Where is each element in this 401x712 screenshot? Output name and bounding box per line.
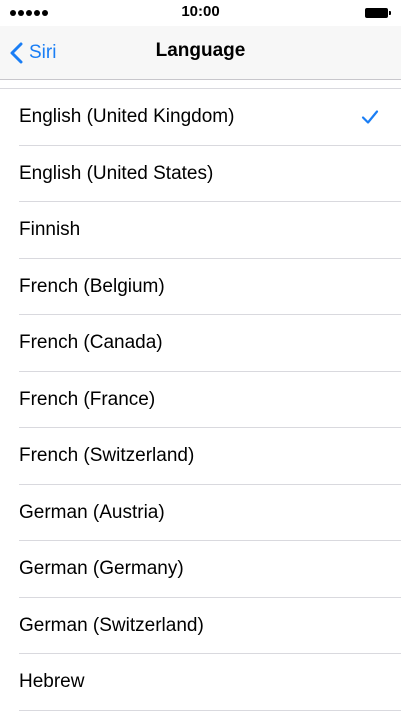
language-list: English (United Kingdom) English (United … [0, 88, 401, 711]
language-row[interactable]: Hebrew [0, 654, 401, 711]
language-row[interactable]: German (Austria) [0, 485, 401, 542]
language-row[interactable]: French (Canada) [0, 315, 401, 372]
language-label: French (Canada) [19, 332, 163, 354]
language-label: Finnish [19, 219, 81, 241]
language-label: German (Austria) [19, 501, 165, 523]
language-row[interactable]: German (Switzerland) [0, 598, 401, 655]
language-label: German (Switzerland) [19, 614, 204, 636]
language-label: French (France) [19, 388, 156, 410]
language-row[interactable]: English (United States) [0, 146, 401, 203]
language-label: French (Switzerland) [19, 445, 195, 467]
page-title: Language [155, 40, 246, 61]
status-bar: 10:00 [0, 0, 401, 26]
language-label: English (United Kingdom) [19, 106, 235, 128]
checkmark-icon [361, 109, 379, 125]
language-label: German (Germany) [19, 558, 184, 580]
language-row[interactable]: German (Germany) [0, 541, 401, 598]
battery-icon [365, 8, 391, 18]
navigation-bar: Siri Language [0, 26, 401, 80]
language-label: French (Belgium) [19, 275, 165, 297]
language-label: English (United States) [19, 162, 214, 184]
language-row[interactable]: French (Switzerland) [0, 428, 401, 485]
language-row[interactable]: Finnish [0, 202, 401, 259]
language-row[interactable]: English (United Kingdom) [0, 89, 401, 146]
language-row[interactable]: French (France) [0, 372, 401, 429]
status-time: 10:00 [181, 3, 220, 20]
language-row[interactable]: French (Belgium) [0, 259, 401, 316]
language-label: Hebrew [19, 671, 85, 693]
